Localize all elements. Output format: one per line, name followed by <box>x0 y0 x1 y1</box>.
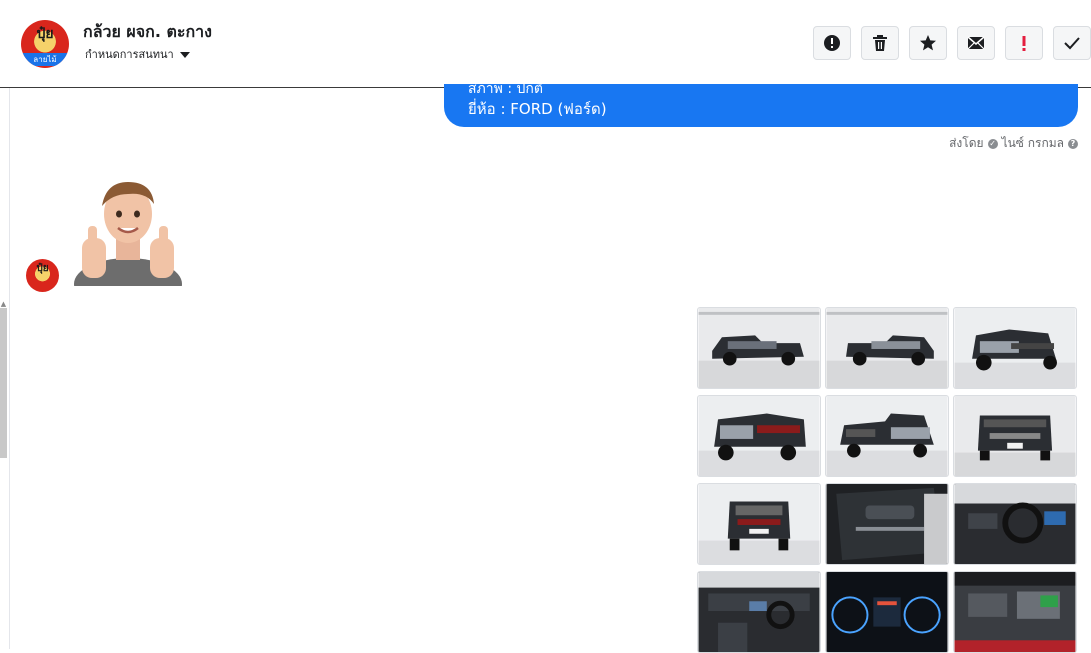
delete-button[interactable] <box>861 26 899 60</box>
photo-gallery <box>697 307 1077 653</box>
sent-by-label: ส่งโดย <box>949 136 984 150</box>
caret-down-icon <box>179 51 190 58</box>
thumbs-up-avatar-sticker[interactable] <box>72 176 184 286</box>
truck-gauge-cluster-photo[interactable] <box>825 571 949 653</box>
help-icon[interactable]: ? <box>1068 138 1078 149</box>
truck-engine-bay-photo[interactable] <box>953 571 1077 653</box>
star-icon <box>920 35 936 51</box>
mark-spam-button[interactable] <box>813 26 851 60</box>
star-button[interactable] <box>909 26 947 60</box>
contact-name[interactable]: กล้วย ผจก. ตะกาง <box>83 20 212 45</box>
truck-door-panel-photo[interactable] <box>825 483 949 565</box>
exclamation-icon <box>1022 36 1026 51</box>
verified-check-icon: ✓ <box>987 138 998 149</box>
truck-front-angle-photo[interactable] <box>697 395 821 477</box>
trash-icon <box>873 35 887 51</box>
truck-right-side-photo[interactable] <box>825 307 949 389</box>
truck-rear-three-quarter-photo[interactable] <box>825 395 949 477</box>
sent-by-indicator: ส่งโดย ✓ ไนซ์ กรกมล ? <box>949 134 1078 153</box>
truck-dashboard-photo[interactable] <box>953 483 1077 565</box>
scroll-up-arrow-icon[interactable]: ▲ <box>0 300 7 308</box>
contact-avatar[interactable]: ปุ๋ย ลายไม้ <box>21 20 69 68</box>
message-line-brand: ยี่ห้อ : FORD (ฟอร์ด) <box>468 100 607 118</box>
assign-label: กำหนดการสนทนา <box>85 48 174 61</box>
avatar-subtext: ลายไม้ <box>21 53 69 66</box>
sent-by-name[interactable]: ไนซ์ กรกมล <box>1002 134 1064 153</box>
truck-rear-photo[interactable] <box>953 395 1077 477</box>
mark-unread-button[interactable] <box>957 26 995 60</box>
avatar-text: ปุ๋ย <box>36 26 54 42</box>
avatar-text-small: ปุ๋ย <box>36 263 49 274</box>
alert-circle-icon <box>824 35 840 51</box>
truck-left-side-photo[interactable] <box>697 307 821 389</box>
assign-conversation-dropdown[interactable]: กำหนดการสนทนา <box>85 45 190 63</box>
truck-rear-angle-photo[interactable] <box>953 307 1077 389</box>
check-icon <box>1064 37 1080 50</box>
truck-interior-wide-photo[interactable] <box>697 571 821 653</box>
truck-front-photo[interactable] <box>697 483 821 565</box>
outgoing-message-bubble[interactable]: สภาพ : ปกติ ยี่ห้อ : FORD (ฟอร์ด) <box>444 84 1078 127</box>
mark-done-button[interactable] <box>1053 26 1091 60</box>
mark-important-button[interactable] <box>1005 26 1043 60</box>
conversation-header: ปุ๋ย ลายไม้ กล้วย ผจก. ตะกาง กำหนดการสนท… <box>0 0 1091 88</box>
envelope-icon <box>967 36 985 50</box>
contact-avatar-small[interactable]: ปุ๋ย <box>26 259 59 292</box>
left-scrollbar[interactable] <box>0 308 7 458</box>
